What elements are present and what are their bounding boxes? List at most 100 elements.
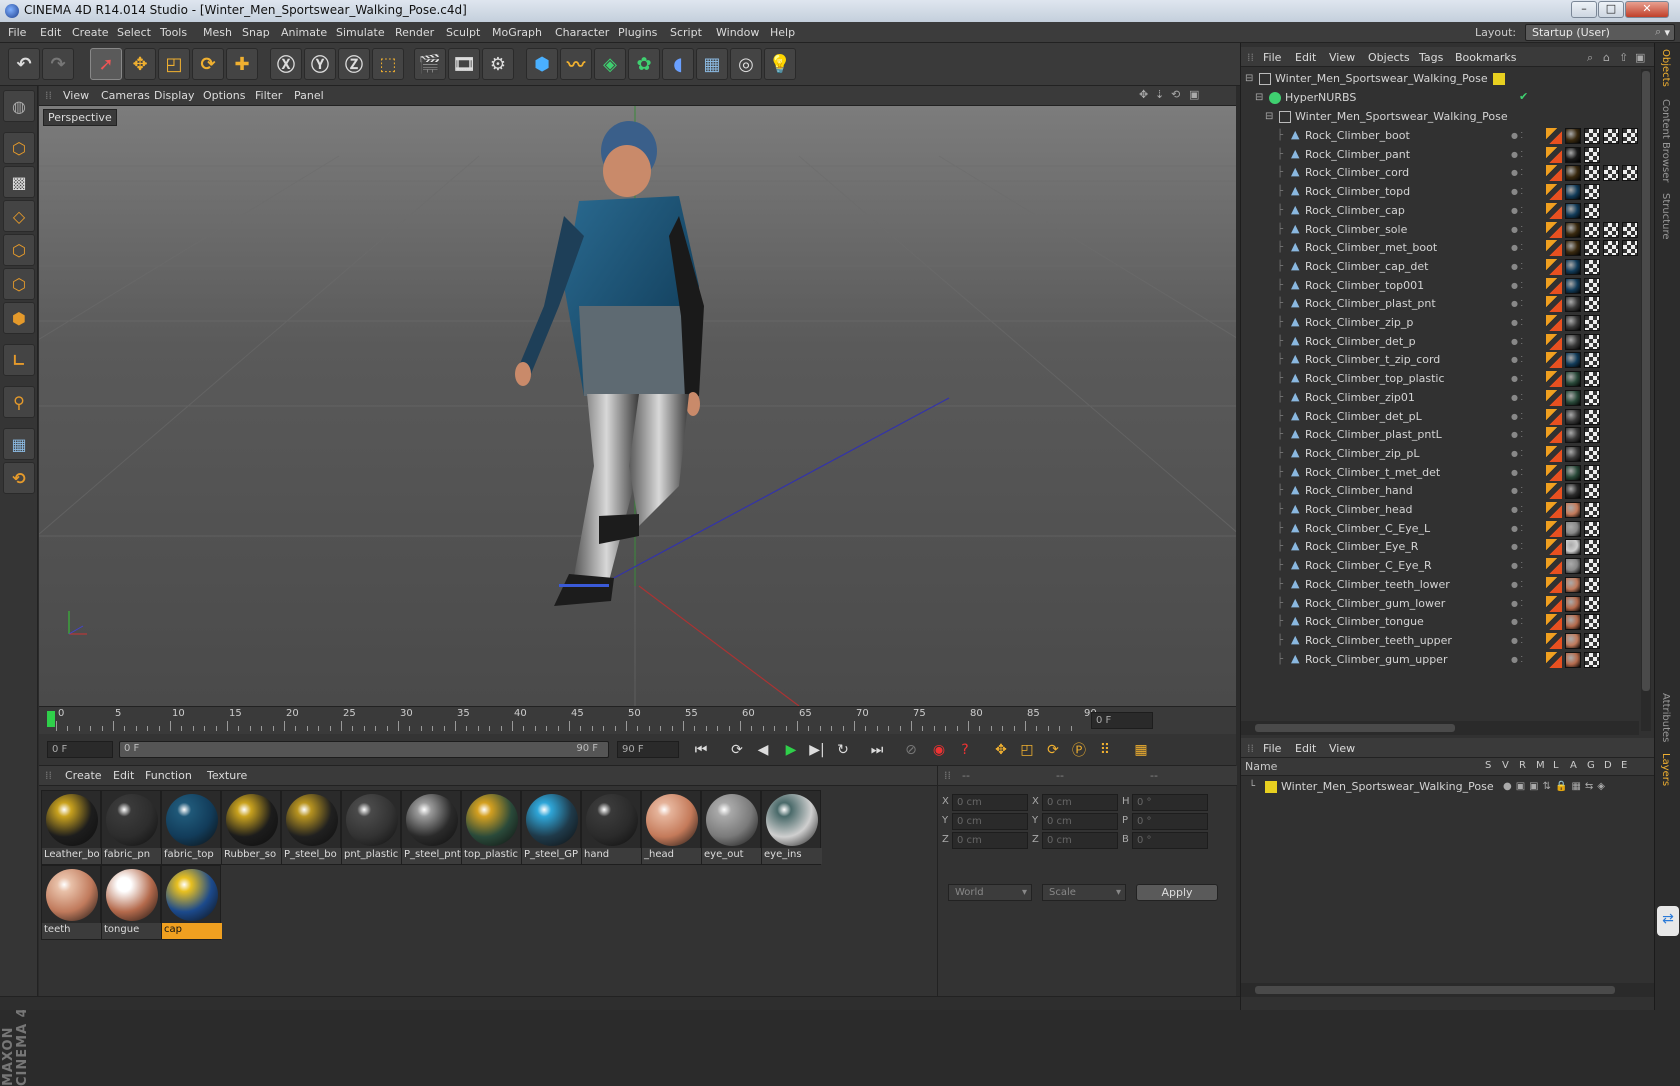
tweak-mode-icon[interactable]: ⚲ (3, 386, 35, 418)
tree-row-object[interactable]: ├ ▲ Rock_Climber_det_p ● ⁚ (1241, 332, 1639, 352)
uvw-tag-icon[interactable] (1603, 240, 1619, 257)
menu-animate[interactable]: Animate (281, 26, 327, 39)
menu-render[interactable]: Render (395, 26, 434, 39)
tree-row-object[interactable]: ├ ▲ Rock_Climber_zip01 ● ⁚ (1241, 388, 1639, 408)
layers-menu-view[interactable]: View (1329, 742, 1355, 755)
render-settings-icon[interactable]: ⚙ (482, 48, 514, 80)
scale-dropdown[interactable]: Scale ▾ (1042, 884, 1126, 901)
tree-row-group[interactable]: ⊟ Winter_Men_Sportswear_Walking_Pose (1241, 107, 1639, 127)
tree-row-hypernurbs[interactable]: ⊟ HyperNURBS ✔ (1241, 88, 1639, 108)
teamviewer-icon[interactable]: ⇄ (1657, 906, 1679, 936)
menu-snap[interactable]: Snap (242, 26, 270, 39)
close-button[interactable]: ✕ (1625, 1, 1669, 18)
phong-tag-icon[interactable] (1546, 128, 1562, 144)
layer-column-header[interactable]: E (1621, 760, 1627, 771)
deformer-icon[interactable]: ◖ (662, 48, 694, 80)
visibility-dots-icon[interactable]: ● ⁚ (1511, 542, 1525, 552)
material-tag-icon[interactable] (1565, 240, 1581, 257)
uvw-tag-icon[interactable] (1584, 315, 1600, 331)
go-to-end-icon[interactable]: ⏭ (865, 739, 889, 761)
timeline-window-icon[interactable]: ▦ (1129, 739, 1153, 761)
visibility-dots-icon[interactable]: ● ⁚ (1511, 449, 1525, 459)
menu-sculpt[interactable]: Sculpt (446, 26, 480, 39)
phong-tag-icon[interactable] (1546, 520, 1562, 537)
key-parameter-icon[interactable]: Ⓟ (1067, 739, 1091, 761)
material-tag-icon[interactable] (1565, 539, 1581, 556)
material-swatch[interactable]: cap (161, 865, 222, 940)
go-to-start-icon[interactable]: ⏮ (689, 739, 713, 761)
visibility-dots-icon[interactable]: ● ⁚ (1511, 318, 1525, 328)
menu-window[interactable]: Window (716, 26, 759, 39)
uvw-tag-icon[interactable] (1584, 221, 1600, 238)
objects-menu-bookmarks[interactable]: Bookmarks (1455, 51, 1516, 64)
enabled-check-icon[interactable]: ✔ (1519, 90, 1528, 103)
phong-tag-icon[interactable] (1546, 483, 1562, 500)
viewport-zoom-icon[interactable]: ⇣ (1155, 88, 1164, 101)
menu-create[interactable]: Create (72, 26, 109, 39)
repeat-icon[interactable]: ↻ (831, 739, 855, 761)
uvw-tag-icon[interactable] (1584, 595, 1600, 612)
coordinate-system-icon[interactable]: ⬚ (372, 48, 404, 80)
collapse-icon[interactable]: ⊟ (1255, 92, 1267, 104)
material-tag-icon[interactable] (1565, 165, 1581, 182)
visibility-dots-icon[interactable]: ● ⁚ (1511, 131, 1525, 141)
phong-tag-icon[interactable] (1546, 221, 1562, 238)
layer-flag-icons[interactable]: ●▣▣⇅🔒▦⇆◈ (1503, 781, 1609, 792)
visibility-dots-icon[interactable]: ● ⁚ (1511, 299, 1525, 309)
side-tab-layers[interactable]: Layers (1660, 753, 1671, 786)
material-tag-icon[interactable] (1565, 277, 1581, 294)
menu-mesh[interactable]: Mesh (203, 26, 232, 39)
uvw-tag-icon[interactable] (1584, 128, 1600, 144)
material-tag-icon[interactable] (1565, 651, 1581, 668)
redo-icon[interactable]: ↷ (42, 48, 74, 80)
polygons-mode-icon[interactable]: ⬢ (3, 302, 35, 334)
viewport-menu-filter[interactable]: Filter (255, 89, 282, 102)
layout-select[interactable]: Startup (User) ▾ (1525, 24, 1675, 41)
viewport-maximize-icon[interactable]: ▣ (1189, 88, 1199, 101)
visibility-dots-icon[interactable]: ● ⁚ (1511, 524, 1525, 534)
material-tag-icon[interactable] (1565, 221, 1581, 238)
tree-row-object[interactable]: ├ ▲ Rock_Climber_hand ● ⁚ (1241, 481, 1639, 501)
tree-row-object[interactable]: ├ ▲ Rock_Climber_top001 ● ⁚ (1241, 276, 1639, 296)
material-tag-icon[interactable] (1565, 408, 1581, 425)
mograph-cloner-icon[interactable]: ✿ (628, 48, 660, 80)
tree-row-object[interactable]: ├ ▲ Rock_Climber_gum_upper ● ⁚ (1241, 650, 1639, 670)
snapping-icon[interactable]: ▦ (3, 428, 35, 460)
phong-tag-icon[interactable] (1546, 464, 1562, 481)
material-swatch[interactable]: teeth (41, 865, 102, 940)
floor-environment-icon[interactable]: ▦ (696, 48, 728, 80)
uvw-tag-icon[interactable] (1584, 614, 1600, 631)
layer-column-header[interactable]: V (1502, 760, 1509, 771)
objects-menu-objects[interactable]: Objects (1368, 51, 1410, 64)
minimize-button[interactable]: – (1571, 1, 1597, 18)
uvw-tag-icon[interactable] (1622, 240, 1638, 257)
viewport-menu-display[interactable]: Display (154, 89, 195, 102)
material-tag-icon[interactable] (1565, 371, 1581, 388)
visibility-dots-icon[interactable]: ● ⁚ (1511, 150, 1525, 160)
phong-tag-icon[interactable] (1546, 651, 1562, 668)
world-dropdown[interactable]: World ▾ (948, 884, 1032, 901)
objects-menu-tags[interactable]: Tags (1419, 51, 1443, 64)
tree-row-root[interactable]: ⊟ Winter_Men_Sportswear_Walking_Pose (1241, 69, 1639, 89)
material-swatch[interactable]: eye_out (701, 790, 762, 865)
material-swatch[interactable]: Leather_bo (41, 790, 102, 865)
new-window-icon[interactable]: ▣ (1635, 51, 1645, 64)
material-swatch[interactable]: fabric_pn (101, 790, 162, 865)
objects-menu-view[interactable]: View (1329, 51, 1355, 64)
coord-value-field[interactable]: 0 cm (952, 832, 1028, 849)
move-icon[interactable]: ✥ (124, 48, 156, 80)
material-tag-icon[interactable] (1565, 146, 1581, 163)
visibility-dots-icon[interactable]: ● ⁚ (1511, 393, 1525, 403)
play-icon[interactable]: ▶ (779, 739, 803, 761)
tree-row-object[interactable]: ├ ▲ Rock_Climber_C_Eye_R ● ⁚ (1241, 556, 1639, 576)
layer-column-header[interactable]: D (1604, 760, 1612, 771)
tree-row-object[interactable]: ├ ▲ Rock_Climber_t_met_det ● ⁚ (1241, 463, 1639, 483)
material-tag-icon[interactable] (1565, 614, 1581, 631)
layer-column-header[interactable]: M (1536, 760, 1545, 771)
search-icon[interactable]: ⌕ (1655, 25, 1661, 39)
recent-tools-icon[interactable]: ✚ (226, 48, 258, 80)
nurbs-icon[interactable]: ◈ (594, 48, 626, 80)
uvw-tag-icon[interactable] (1584, 296, 1600, 313)
material-tag-icon[interactable] (1565, 520, 1581, 537)
light-icon[interactable]: 💡 (764, 48, 796, 80)
